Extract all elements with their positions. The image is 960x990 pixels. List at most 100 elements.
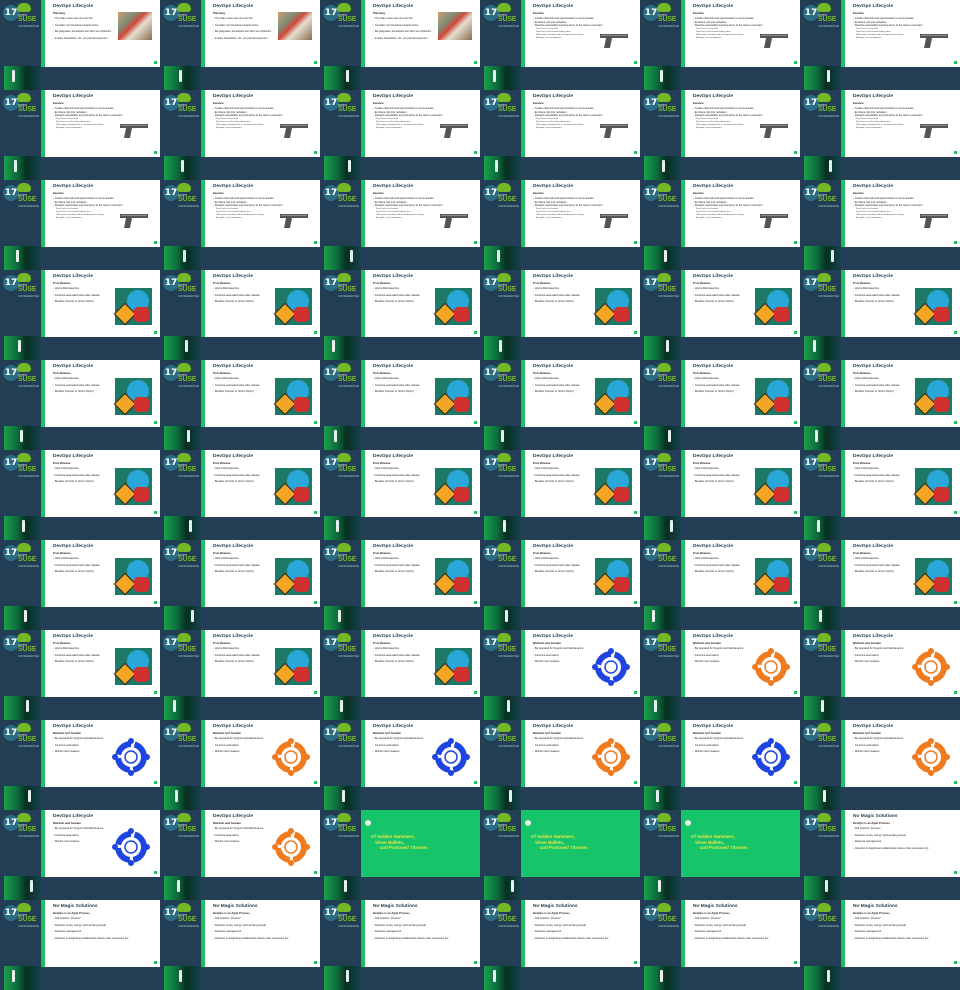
video-thumbnail[interactable]: 17 open SUSE CONFERENCE DevOps Lifecycle Post… [0, 360, 160, 450]
slide-bullet: ▪Hold a Retrospective [693, 467, 719, 470]
video-thumbnail[interactable]: 17 open SUSE CONFERENCE DevOps Lifecycle Plan… [320, 0, 480, 90]
video-thumbnail[interactable]: 17 open SUSE CONFERENCE DevOps Lifecycle Post… [480, 270, 640, 360]
slide-accent-bar [201, 270, 205, 337]
logo-brand-sub: CONFERENCE [498, 204, 520, 208]
slide-subtitle: Post-Release [213, 461, 231, 465]
video-thumbnail[interactable]: 17 open SUSE CONFERENCE DevOps Lifecycle Post… [480, 540, 640, 630]
video-thumbnail[interactable]: 17 open SUSE CONFERENCE DevOps Lifecycle Post… [0, 630, 160, 720]
slide-bullet: ▪Reward measurable improvements to the t… [373, 114, 442, 117]
video-thumbnail[interactable]: 17 open SUSE CONFERENCE DevOps Lifecycle Post… [640, 360, 800, 450]
video-thumbnail[interactable]: 17 open SUSE CONFERENCE DevOps Lifecycle Main… [480, 630, 640, 720]
conference-sidebar: 17 open SUSE CONFERENCE [480, 0, 521, 90]
slide-accent-bar [361, 450, 365, 517]
video-thumbnail[interactable]: 17 open SUSE CONFERENCE DevOps Lifecycle Post… [160, 450, 320, 540]
video-thumbnail[interactable]: 17 open SUSE CONFERENCE DevOps Lifecycle Post… [800, 540, 960, 630]
opensuse-conference-logo: 17 open SUSE CONFERENCE [483, 273, 521, 303]
video-thumbnail[interactable]: 17 open SUSE CONFERENCE DevOps Lifecycle Exec… [800, 90, 960, 180]
video-thumbnail[interactable]: 17 open SUSE CONFERENCE DevOps Lifecycle Exec… [0, 180, 160, 270]
video-thumbnail[interactable]: 17 open SUSE CONFERENCE DevOps Lifecycle Main… [160, 810, 320, 900]
video-thumbnail[interactable]: 17 open SUSE CONFERENCE DevOps Lifecycle Exec… [800, 0, 960, 90]
bullet-marker: ▪ [693, 660, 694, 663]
video-thumbnail[interactable]: 17 open SUSE CONFERENCE DevOps Lifecycle Exec… [640, 0, 800, 90]
slide-subtitle: Maintain and Sustain [853, 731, 881, 735]
presentation-slide: DevOps Lifecycle Post-Release ▪Hold a Retr… [41, 540, 160, 607]
video-thumbnail[interactable]: 17 open SUSE CONFERENCE No Magic Solutions De… [640, 900, 800, 990]
stop-sign [134, 577, 149, 592]
video-thumbnail[interactable]: 17 open SUSE CONFERENCE No Magic Solutions De… [800, 810, 960, 900]
video-thumbnail[interactable]: 17 open SUSE CONFERENCE DevOps Lifecycle Main… [480, 720, 640, 810]
video-thumbnail[interactable]: 17 open SUSE CONFERENCE DevOps Lifecycle Exec… [640, 180, 800, 270]
slide-number-marker [314, 61, 317, 64]
bullet-text: Still requires "process" [534, 917, 561, 920]
slide-bullet: ▪Consider non-functional requirements [53, 24, 98, 27]
video-thumbnail[interactable]: 17 open SUSE CONFERENCE DevOps Lifecycle Exec… [480, 0, 640, 90]
video-thumbnail[interactable]: 17 open SUSE CONFERENCE DevOps Lifecycle Exec… [160, 90, 320, 180]
video-thumbnail[interactable]: 17 open SUSE CONFERENCE DevOps Lifecycle Post… [0, 270, 160, 360]
video-thumbnail[interactable]: 17 open SUSE CONFERENCE DevOps Lifecycle Post… [160, 360, 320, 450]
video-thumbnail[interactable]: 17 open SUSE CONFERENCE DevOps Lifecycle Main… [640, 720, 800, 810]
video-thumbnail[interactable]: 17 open SUSE CONFERENCE DevOps Lifecycle Post… [480, 450, 640, 540]
video-thumbnail[interactable]: 17 open SUSE CONFERENCE DevOps Lifecycle Post… [640, 540, 800, 630]
video-thumbnail[interactable]: 17 open SUSE CONFERENCE DevOps Lifecycle Post… [800, 270, 960, 360]
video-thumbnail[interactable]: 17 open SUSE CONFERENCE DevOps Lifecycle Post… [320, 540, 480, 630]
section-title-line: and Poisoned Thrones [540, 845, 588, 850]
video-thumbnail[interactable]: 17 open SUSE CONFERENCE DevOps Lifecycle Exec… [480, 180, 640, 270]
bullet-text: Continue automated tests after release [54, 653, 100, 657]
bullet-text: Continue automation [54, 743, 79, 747]
video-thumbnail[interactable]: 17 open SUSE CONFERENCE DevOps Lifecycle Post… [320, 450, 480, 540]
video-thumbnail[interactable]: 17 open SUSE CONFERENCE DevOps Lifecycle Post… [640, 450, 800, 540]
video-thumbnail[interactable]: 17 open SUSE CONFERENCE DevOps Lifecycle Main… [800, 630, 960, 720]
video-thumbnail[interactable]: 17 open SUSE CONFERENCE DevOps Lifecycle Main… [160, 720, 320, 810]
bullet-text: Hold a Retrospective [214, 557, 239, 560]
video-thumbnail[interactable]: 17 open SUSE CONFERENCE No Magic Solutions De… [320, 900, 480, 990]
video-thumbnail[interactable]: 17 open SUSE CONFERENCE DevOps Lifecycle Post… [640, 270, 800, 360]
slide-accent-bar [681, 0, 685, 67]
video-thumbnail[interactable]: 17 open SUSE CONFERENCE DevOps Lifecycle Post… [160, 540, 320, 630]
video-thumbnail[interactable]: 17 open SUSE CONFERENCE DevOps Lifecycle Exec… [800, 180, 960, 270]
video-thumbnail[interactable]: 17 open SUSE CONFERENCE DevOps Lifecycle Post… [320, 630, 480, 720]
video-thumbnail[interactable]: 17 open SUSE CONFERENCE DevOps Lifecycle Main… [640, 630, 800, 720]
video-thumbnail[interactable]: 17 open SUSE CONFERENCE DevOps Lifecycle Main… [800, 720, 960, 810]
video-thumbnail[interactable]: 17 open SUSE CONFERENCE No Magic Solutions De… [160, 900, 320, 990]
video-thumbnail[interactable]: 17 open SUSE CONFERENCE DevOps Lifecycle Post… [320, 360, 480, 450]
presentation-slide: DevOps Lifecycle Execute ▪Create channels … [521, 0, 640, 67]
video-thumbnail[interactable]: 17 open SUSE CONFERENCE DevOps Lifecycle Exec… [0, 90, 160, 180]
bullet-marker: ▪ [853, 467, 854, 470]
video-thumbnail[interactable]: 17 open SUSE CONFERENCE Of Golden Hammers, Si… [640, 810, 800, 900]
logo-brand-sub: CONFERENCE [498, 654, 520, 658]
cycle-arrowhead [128, 770, 134, 776]
video-thumbnail[interactable]: 17 open SUSE CONFERENCE DevOps Lifecycle Main… [0, 720, 160, 810]
bullet-marker: ▪ [533, 390, 534, 393]
video-thumbnail[interactable]: 17 open SUSE CONFERENCE DevOps Lifecycle Plan… [160, 0, 320, 90]
video-thumbnail[interactable]: 17 open SUSE CONFERENCE DevOps Lifecycle Post… [800, 450, 960, 540]
video-thumbnail[interactable]: 17 open SUSE CONFERENCE DevOps Lifecycle Exec… [640, 90, 800, 180]
video-thumbnail[interactable]: 17 open SUSE CONFERENCE DevOps Lifecycle Exec… [160, 180, 320, 270]
video-thumbnail[interactable]: 17 open SUSE CONFERENCE DevOps Lifecycle Plan… [0, 0, 160, 90]
video-thumbnail[interactable]: 17 open SUSE CONFERENCE No Magic Solutions De… [800, 900, 960, 990]
video-thumbnail[interactable]: 17 open SUSE CONFERENCE DevOps Lifecycle Exec… [480, 90, 640, 180]
presentation-slide: DevOps Lifecycle Execute ▪Create channels … [841, 90, 960, 157]
opensuse-conference-logo: 17 open SUSE CONFERENCE [643, 723, 681, 753]
video-thumbnail[interactable]: 17 open SUSE CONFERENCE DevOps Lifecycle Post… [0, 450, 160, 540]
video-thumbnail[interactable]: 17 open SUSE CONFERENCE DevOps Lifecycle Post… [320, 270, 480, 360]
video-thumbnail[interactable]: 17 open SUSE CONFERENCE DevOps Lifecycle Exec… [320, 180, 480, 270]
slide-subtitle: Post-Release [853, 461, 871, 465]
video-thumbnail[interactable]: 17 open SUSE CONFERENCE DevOps Lifecycle Post… [480, 360, 640, 450]
conference-sidebar: 17 open SUSE CONFERENCE [640, 270, 681, 360]
video-thumbnail[interactable]: 17 open SUSE CONFERENCE Of Golden Hammers, Si… [480, 810, 640, 900]
slide-number-marker [314, 961, 317, 964]
conference-sidebar: 17 open SUSE CONFERENCE [160, 630, 201, 720]
video-thumbnail[interactable]: 17 open SUSE CONFERENCE Of Golden Hammers, Si… [320, 810, 480, 900]
video-thumbnail[interactable]: 17 open SUSE CONFERENCE DevOps Lifecycle Exec… [320, 90, 480, 180]
video-thumbnail[interactable]: 17 open SUSE CONFERENCE DevOps Lifecycle Main… [0, 810, 160, 900]
video-thumbnail[interactable]: 17 open SUSE CONFERENCE No Magic Solutions De… [480, 900, 640, 990]
video-thumbnail[interactable]: 17 open SUSE CONFERENCE DevOps Lifecycle Main… [320, 720, 480, 810]
video-thumbnail[interactable]: 17 open SUSE CONFERENCE DevOps Lifecycle Post… [160, 270, 320, 360]
video-thumbnail[interactable]: 17 open SUSE CONFERENCE DevOps Lifecycle Post… [160, 630, 320, 720]
video-thumbnail[interactable]: 17 open SUSE CONFERENCE DevOps Lifecycle Post… [800, 360, 960, 450]
stop-sign [774, 577, 789, 592]
bullet-text: Hold a Retrospective [374, 647, 399, 650]
video-thumbnail[interactable]: 17 open SUSE CONFERENCE No Magic Solutions De… [0, 900, 160, 990]
video-thumbnail[interactable]: 17 open SUSE CONFERENCE DevOps Lifecycle Post… [0, 540, 160, 630]
slide-title: DevOps Lifecycle [533, 454, 573, 459]
